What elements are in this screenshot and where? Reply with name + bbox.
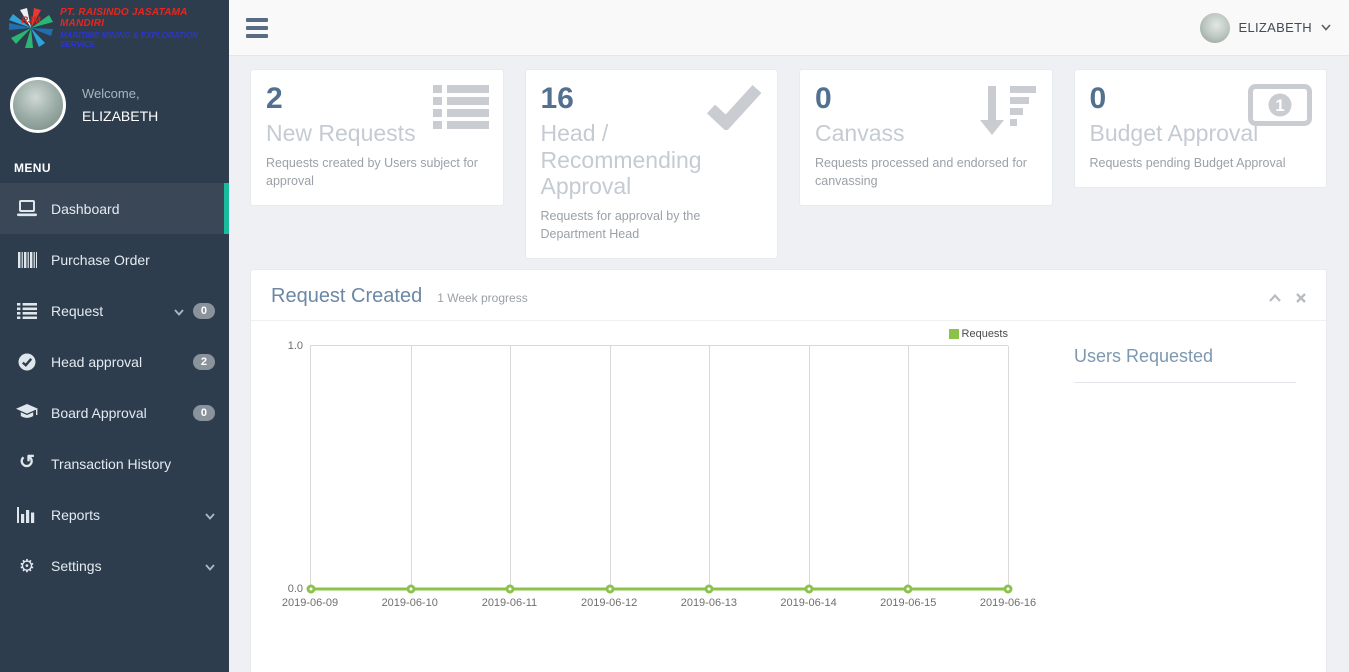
user-profile-panel: Welcome, ELIZABETH (0, 56, 229, 155)
sidebar-item-label: Head approval (51, 354, 142, 370)
count-badge: 0 (193, 405, 215, 421)
requests-line-chart: Requests 0.01.0 2019-06-092019-06-102019… (266, 326, 1008, 615)
stat-description: Requests for approval by the Department … (541, 207, 763, 243)
chevron-down-icon (205, 507, 215, 523)
check-icon (705, 84, 763, 135)
x-axis-label: 2019-06-10 (382, 597, 438, 609)
sidebar-item-purchase-order[interactable]: Purchase Order (0, 234, 229, 285)
stat-card-new-requests: 2New RequestsRequests created by Users s… (250, 69, 504, 206)
sidebar-item-reports[interactable]: Reports (0, 489, 229, 540)
user-profile-text: Welcome, ELIZABETH (82, 86, 158, 124)
sidebar-item-label: Board Approval (51, 405, 147, 421)
svg-text:RJM: RJM (21, 15, 41, 25)
panel-tools (1269, 293, 1306, 303)
chart-legend: Requests (266, 326, 1008, 342)
users-requested-section: Users Requested (1026, 326, 1308, 615)
x-axis-label: 2019-06-14 (780, 597, 836, 609)
user-menu[interactable]: ELIZABETH (1200, 13, 1332, 43)
stat-description: Requests pending Budget Approval (1090, 154, 1312, 172)
gear-icon: ⚙ (15, 557, 39, 575)
company-logo-icon: RJM (8, 7, 54, 49)
stat-description: Requests created by Users subject for ap… (266, 154, 488, 190)
chart-plot: 0.01.0 (310, 345, 1008, 589)
laptop-icon (15, 200, 39, 217)
list-icon (15, 303, 39, 319)
collapse-icon[interactable] (1269, 294, 1281, 302)
welcome-label: Welcome, (82, 86, 158, 101)
sidebar-item-settings[interactable]: ⚙ Settings (0, 540, 229, 591)
close-icon[interactable] (1296, 293, 1306, 303)
stat-description: Requests processed and endorsed for canv… (815, 154, 1037, 190)
history-icon: ↺ (15, 454, 39, 473)
sidebar-item-request[interactable]: Request 0 (0, 285, 229, 336)
panel-body: Requests 0.01.0 2019-06-092019-06-102019… (251, 321, 1326, 615)
menu-section-label: MENU (0, 155, 229, 183)
legend-swatch (949, 329, 959, 339)
y-axis-tick: 0.0 (269, 583, 303, 595)
company-tagline: MARITIME MINING & EXPLORATION SERVICE (60, 31, 223, 49)
sidebar-item-board-approval[interactable]: Board Approval 0 (0, 387, 229, 438)
x-axis-label: 2019-06-09 (282, 597, 338, 609)
brand-logo: RJM PT. RAISINDO JASATAMA MANDIRI MARITI… (0, 0, 229, 56)
users-requested-title: Users Requested (1074, 346, 1296, 367)
company-name: PT. RAISINDO JASATAMA MANDIRI (60, 7, 223, 29)
graduation-cap-icon (15, 404, 39, 421)
sidebar: RJM PT. RAISINDO JASATAMA MANDIRI MARITI… (0, 0, 229, 672)
chevron-down-icon (174, 303, 184, 319)
svg-text:1: 1 (1275, 96, 1284, 115)
stat-card-head-recommending-approval: 16Head / Recommending ApprovalRequests f… (525, 69, 779, 259)
x-axis-label: 2019-06-13 (681, 597, 737, 609)
profile-username: ELIZABETH (82, 108, 158, 124)
legend-label: Requests (962, 328, 1008, 340)
bar-chart-icon (15, 507, 39, 523)
x-axis-label: 2019-06-11 (482, 597, 537, 609)
hamburger-icon[interactable] (246, 18, 268, 38)
chevron-down-icon (205, 558, 215, 574)
topbar: ELIZABETH (229, 0, 1349, 56)
panel-title: Request Created (271, 285, 422, 308)
app-window: RJM PT. RAISINDO JASATAMA MANDIRI MARITI… (0, 0, 1349, 672)
sidebar-nav: Dashboard Purchase Order Request 0 Head appr… (0, 183, 229, 591)
count-badge: 0 (193, 303, 215, 319)
check-circle-icon (15, 353, 39, 371)
sidebar-item-label: Reports (51, 507, 100, 523)
barcode-icon (15, 252, 39, 268)
chevron-down-icon (1321, 24, 1331, 31)
chart-column: Requests 0.01.0 2019-06-092019-06-102019… (266, 326, 1026, 615)
panel-subtitle: 1 Week progress (437, 291, 528, 305)
stat-cards-row: 2New RequestsRequests created by Users s… (250, 69, 1327, 259)
chart-xlabels: 2019-06-092019-06-102019-06-112019-06-12… (310, 589, 1008, 615)
content: 2New RequestsRequests created by Users s… (229, 56, 1349, 672)
stat-card-budget-approval: 01Budget ApprovalRequests pending Budget… (1074, 69, 1328, 188)
main-area: ELIZABETH 2New RequestsRequests created … (229, 0, 1349, 672)
sidebar-item-label: Request (51, 303, 103, 319)
money-icon: 1 (1248, 84, 1312, 131)
count-badge: 2 (193, 354, 215, 370)
sidebar-item-label: Transaction History (51, 456, 171, 472)
topbar-avatar (1200, 13, 1230, 43)
sort-amount-desc-icon (978, 84, 1038, 141)
y-axis-tick: 1.0 (269, 340, 303, 352)
x-axis-label: 2019-06-15 (880, 597, 936, 609)
stat-card-canvass: 0CanvassRequests processed and endorsed … (799, 69, 1053, 206)
sidebar-item-label: Purchase Order (51, 252, 150, 268)
users-requested-divider (1074, 382, 1296, 383)
topbar-username: ELIZABETH (1239, 20, 1313, 35)
sidebar-item-label: Dashboard (51, 201, 120, 217)
user-avatar (10, 77, 66, 133)
sidebar-item-dashboard[interactable]: Dashboard (0, 183, 229, 234)
x-axis-label: 2019-06-16 (980, 597, 1036, 609)
request-created-panel: Request Created 1 Week progress (250, 269, 1327, 672)
panel-header: Request Created 1 Week progress (251, 270, 1326, 321)
sidebar-item-label: Settings (51, 558, 102, 574)
brand-text: PT. RAISINDO JASATAMA MANDIRI MARITIME M… (60, 7, 223, 49)
sidebar-item-transaction-history[interactable]: ↺ Transaction History (0, 438, 229, 489)
th-list-icon (433, 84, 489, 135)
x-axis-label: 2019-06-12 (581, 597, 637, 609)
sidebar-item-head-approval[interactable]: Head approval 2 (0, 336, 229, 387)
